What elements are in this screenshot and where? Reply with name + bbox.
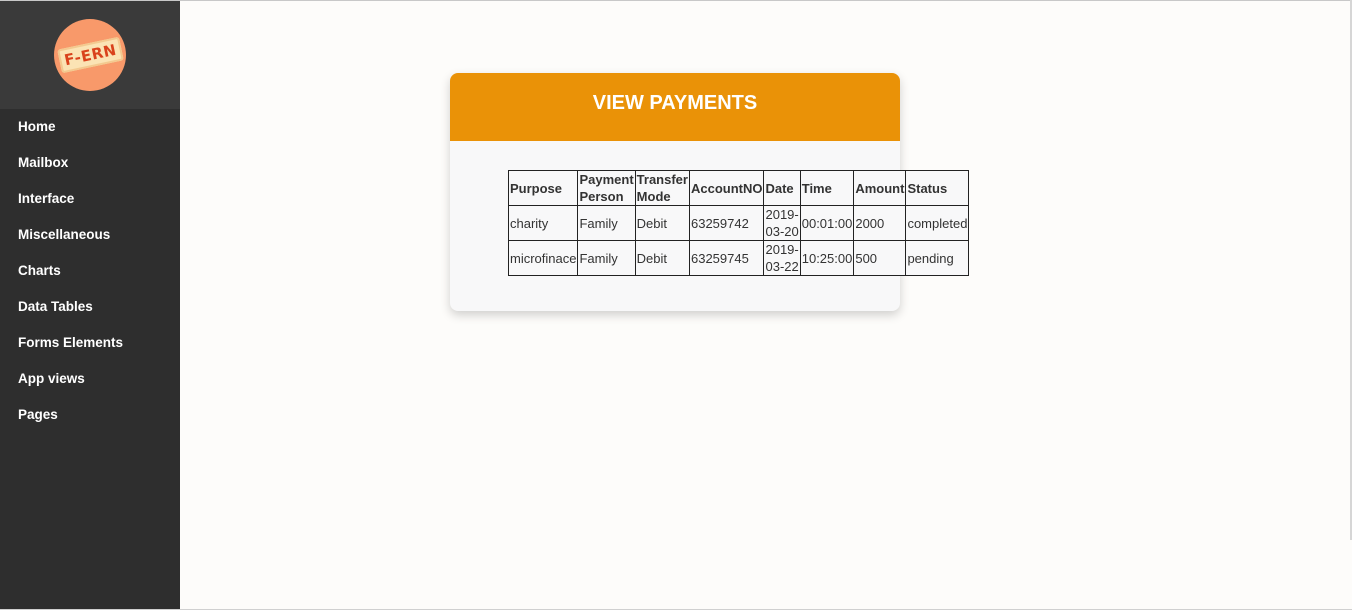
cell-date: 2019-03-22 <box>763 240 801 276</box>
sidebar-item-mailbox[interactable]: Mailbox <box>0 145 180 181</box>
cell-transfer-mode: Debit <box>634 205 690 241</box>
column-header-purpose: Purpose <box>507 170 579 206</box>
payments-table: Purpose Payment Person Transfer Mode Acc… <box>507 170 970 276</box>
cell-status: pending <box>905 240 970 276</box>
sidebar-nav: Home Mailbox Interface Miscellaneous Cha… <box>0 109 180 433</box>
column-header-transfer-mode: Transfer Mode <box>634 170 690 206</box>
column-header-status: Status <box>905 170 970 206</box>
payments-card: VIEW PAYMENTS Purpose Payment Person Tra… <box>450 73 970 311</box>
logo[interactable]: F-ERN <box>54 19 126 91</box>
cell-payment-person: Family <box>577 205 636 241</box>
card-title: VIEW PAYMENTS <box>450 73 900 141</box>
cell-account-no: 63259745 <box>688 240 765 276</box>
window-top-border <box>0 0 1352 1</box>
cell-transfer-mode: Debit <box>634 240 690 276</box>
column-header-date: Date <box>763 170 801 206</box>
column-header-time: Time <box>799 170 855 206</box>
cell-payment-person: Family <box>577 240 636 276</box>
logo-area: F-ERN <box>0 1 180 109</box>
table-row: charity Family Debit 63259742 2019-03-20… <box>507 205 970 241</box>
sidebar-item-interface[interactable]: Interface <box>0 181 180 217</box>
column-header-account-no: AccountNO <box>688 170 765 206</box>
cell-purpose: microfinace <box>507 240 579 276</box>
table-header-row: Purpose Payment Person Transfer Mode Acc… <box>507 170 970 206</box>
cell-time: 00:01:00 <box>799 205 855 241</box>
cell-amount: 500 <box>853 240 907 276</box>
logo-text: F-ERN <box>56 36 124 74</box>
cell-time: 10:25:00 <box>799 240 855 276</box>
sidebar-item-data-tables[interactable]: Data Tables <box>0 289 180 325</box>
sidebar-item-miscellaneous[interactable]: Miscellaneous <box>0 217 180 253</box>
sidebar-item-home[interactable]: Home <box>0 109 180 145</box>
sidebar: F-ERN Home Mailbox Interface Miscellaneo… <box>0 1 180 609</box>
cell-purpose: charity <box>507 205 579 241</box>
column-header-amount: Amount <box>853 170 907 206</box>
sidebar-item-app-views[interactable]: App views <box>0 361 180 397</box>
cell-status: completed <box>905 205 970 241</box>
sidebar-item-pages[interactable]: Pages <box>0 397 180 433</box>
window-bottom-border <box>0 609 1352 615</box>
column-header-payment-person: Payment Person <box>577 170 636 206</box>
cell-date: 2019-03-20 <box>763 205 801 241</box>
sidebar-item-charts[interactable]: Charts <box>0 253 180 289</box>
table-row: microfinace Family Debit 63259745 2019-0… <box>507 240 970 276</box>
cell-account-no: 63259742 <box>688 205 765 241</box>
cell-amount: 2000 <box>853 205 907 241</box>
sidebar-item-forms-elements[interactable]: Forms Elements <box>0 325 180 361</box>
